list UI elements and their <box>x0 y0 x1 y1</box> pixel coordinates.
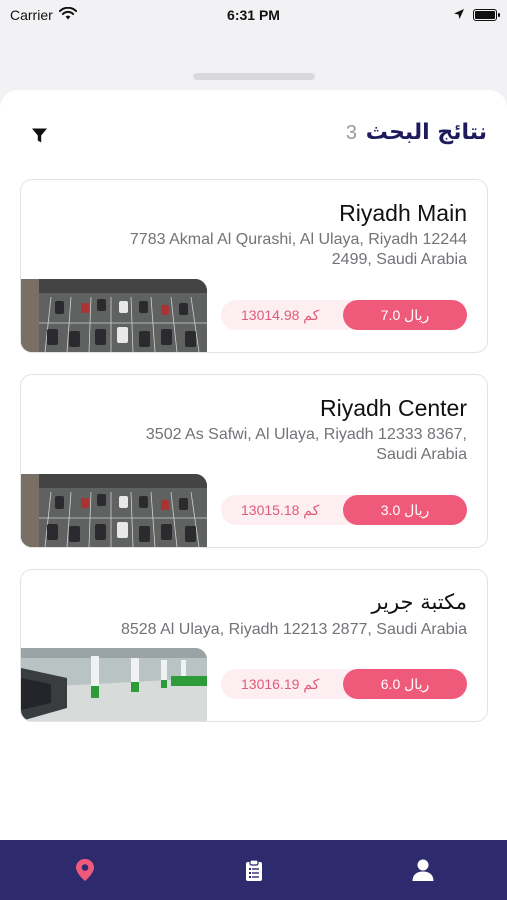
tab-bar <box>0 840 507 900</box>
price-button[interactable]: 3.0 ريال <box>343 495 467 525</box>
results-sheet: 3 نتائج البحث Riyadh Main 7783 Akmal Al … <box>0 90 507 842</box>
parking-photo <box>21 648 207 721</box>
results-count: 3 <box>345 122 357 144</box>
wifi-icon <box>58 6 77 23</box>
battery-icon <box>473 9 500 21</box>
status-right <box>453 7 500 23</box>
price-button[interactable]: 7.0 ريال <box>343 300 467 330</box>
carrier-label: Carrier <box>10 7 53 23</box>
map-pin-icon <box>75 859 94 881</box>
parking-photo <box>21 474 207 547</box>
sheet-grabber-handle[interactable] <box>193 73 315 80</box>
status-bar: Carrier 6:31 PM <box>0 0 507 30</box>
parking-card[interactable]: مكتبة جرير 8528 Al Ulaya, Riyadh 12213 2… <box>20 569 488 722</box>
price-button[interactable]: 6.0 ريال <box>343 669 467 699</box>
results-header: 3 نتائج البحث <box>0 118 507 152</box>
parking-address: 3502 As Safwi, Al Ulaya, Riyadh 12333 83… <box>145 426 467 463</box>
parking-address: 8528 Al Ulaya, Riyadh 12213 2877, Saudi … <box>120 621 467 638</box>
tab-map[interactable] <box>55 840 115 900</box>
results-list: Riyadh Main 7783 Akmal Al Qurashi, Al Ul… <box>20 179 488 743</box>
parking-card[interactable]: Riyadh Center 3502 As Safwi, Al Ulaya, R… <box>20 374 488 548</box>
parking-address: 7783 Akmal Al Qurashi, Al Ulaya, Riyadh … <box>129 231 467 268</box>
filter-button[interactable] <box>28 124 50 146</box>
user-icon <box>412 859 433 881</box>
clipboard-list-icon <box>245 858 262 881</box>
parking-photo <box>21 279 207 352</box>
parking-card[interactable]: Riyadh Main 7783 Akmal Al Qurashi, Al Ul… <box>20 179 488 353</box>
page-title: نتائج البحث <box>365 120 487 145</box>
parking-name: مكتبة جرير <box>371 590 467 614</box>
parking-name: Riyadh Main <box>339 200 467 226</box>
filter-icon <box>31 128 47 142</box>
parking-name: Riyadh Center <box>319 395 467 421</box>
status-left: Carrier <box>10 6 77 23</box>
tab-bookings[interactable] <box>224 840 284 900</box>
tab-profile[interactable] <box>393 840 453 900</box>
location-arrow-icon <box>453 7 465 23</box>
